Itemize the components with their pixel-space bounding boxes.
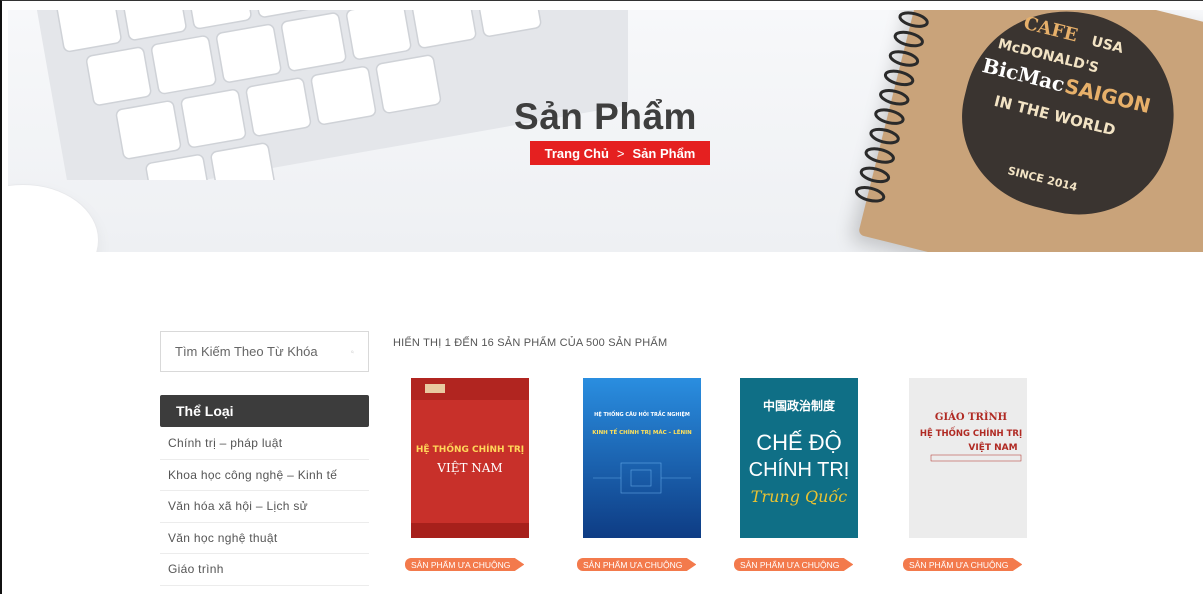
breadcrumb-current: Sản Phẩm xyxy=(632,145,696,161)
cover-subtitle: CHÍNH TRỊ xyxy=(749,458,850,481)
art-text-usa: USA xyxy=(1090,34,1125,57)
cover-script: Trung Quốc xyxy=(751,487,847,506)
art-text-cafe: CAFE xyxy=(1022,13,1080,47)
search-icon[interactable] xyxy=(351,344,354,360)
book-cover-image[interactable]: 中国政治制度 CHẾ ĐỘ CHÍNH TRỊ Trung Quốc xyxy=(740,378,858,538)
book-cover-image[interactable]: GIÁO TRÌNH HỆ THỐNG CHÍNH TRỊ VIỆT NAM xyxy=(909,378,1027,538)
breadcrumb-home-link[interactable]: Trang Chủ xyxy=(545,146,609,161)
category-item[interactable]: Khoa học công nghệ – Kinh tế xyxy=(160,460,369,491)
category-item[interactable]: Văn hóa xã hội – Lịch sử xyxy=(160,491,369,523)
product-card[interactable]: HỆ THỐNG CHÍNH TRỊ VIỆT NAM SẢN PHẨM ƯA … xyxy=(405,378,529,578)
product-card[interactable]: GIÁO TRÌNH HỆ THỐNG CHÍNH TRỊ VIỆT NAM S… xyxy=(903,378,1027,578)
popular-badge: SẢN PHẨM ƯA CHUỘNG xyxy=(577,558,697,571)
category-item[interactable]: Giáo trình xyxy=(160,554,369,586)
category-list: Chính trị – pháp luật Khoa học công nghệ… xyxy=(160,428,369,586)
cover-subtitle: VIỆT NAM xyxy=(968,442,1017,453)
breadcrumb: Trang Chủ > Sản Phẩm xyxy=(530,141,710,165)
mouse-image xyxy=(8,185,98,252)
category-heading: Thể Loại xyxy=(160,395,369,427)
category-item[interactable]: Chính trị – pháp luật xyxy=(160,428,369,460)
book-cover-image[interactable]: HỆ THỐNG CHÍNH TRỊ VIỆT NAM xyxy=(411,378,529,538)
popular-badge: SẢN PHẨM ƯA CHUỘNG xyxy=(405,558,525,571)
result-count: HIỂN THỊ 1 ĐẾN 16 SẢN PHẨM CỦA 500 SẢN P… xyxy=(393,337,668,349)
page-title: Sản Phẩm xyxy=(514,96,697,137)
search-box xyxy=(160,331,369,372)
cover-title: HỆ THỐNG CÂU HỎI TRẮC NGHIỆM xyxy=(594,410,690,418)
cover-label: GIÁO TRÌNH xyxy=(935,411,1007,423)
category-item[interactable]: Văn học nghệ thuật xyxy=(160,523,369,554)
cover-chinese-title: 中国政治制度 xyxy=(763,398,836,413)
popular-badge: SẢN PHẨM ƯA CHUỘNG xyxy=(903,558,1023,571)
product-card[interactable]: 中国政治制度 CHẾ ĐỘ CHÍNH TRỊ Trung Quốc SẢN P… xyxy=(734,378,858,578)
popular-badge: SẢN PHẨM ƯA CHUỘNG xyxy=(734,558,854,571)
book-cover-image[interactable]: HỆ THỐNG CÂU HỎI TRẮC NGHIỆM KINH TẾ CHÍ… xyxy=(583,378,701,538)
cover-subtitle: VIỆT NAM xyxy=(436,460,502,475)
art-text-since: SINCE 2014 xyxy=(1006,164,1079,194)
product-card[interactable]: HỆ THỐNG CÂU HỎI TRẮC NGHIỆM KINH TẾ CHÍ… xyxy=(577,378,701,578)
hero-banner: CAFE USA McDONALD'S BicMac SAIGON IN THE… xyxy=(8,10,1203,252)
search-input[interactable] xyxy=(175,344,351,359)
cover-subtitle: KINH TẾ CHÍNH TRỊ MÁC – LÊNIN xyxy=(592,428,692,436)
breadcrumb-separator: > xyxy=(616,145,625,161)
cover-title: CHẾ ĐỘ xyxy=(756,430,842,455)
